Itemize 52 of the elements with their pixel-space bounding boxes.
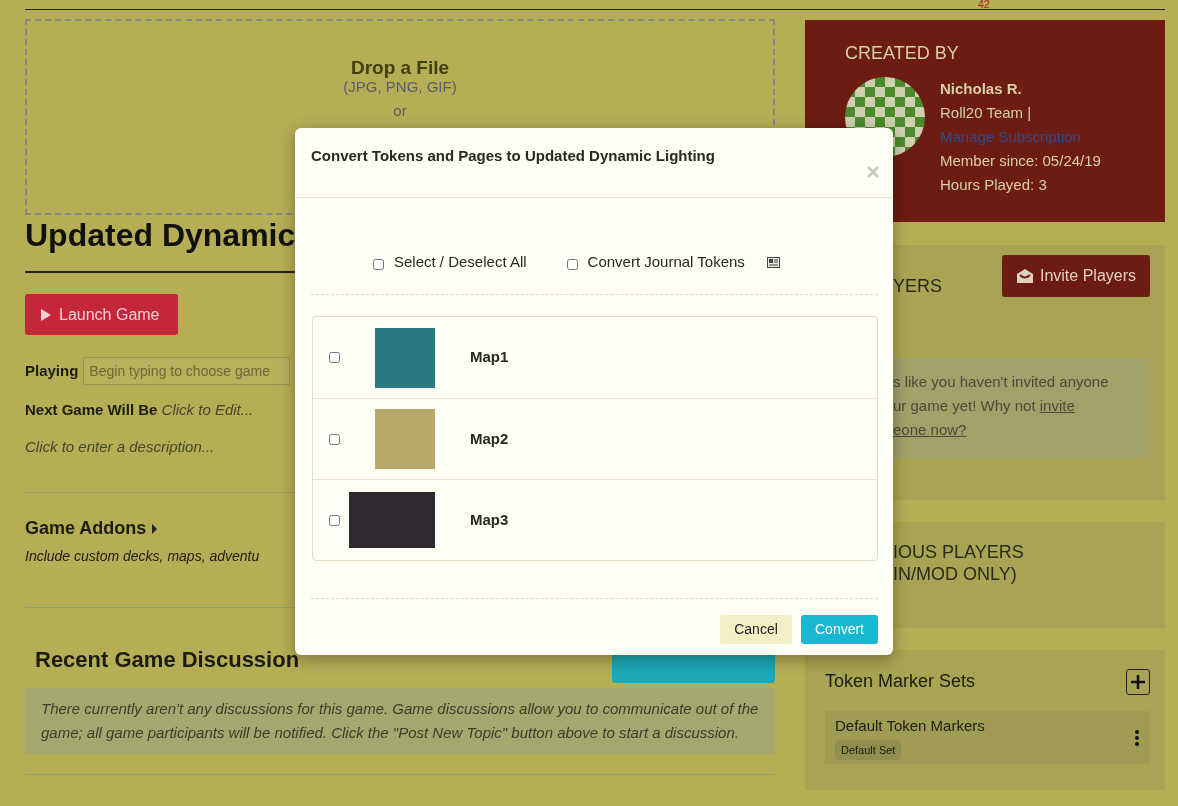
add-button[interactable] [1126,668,1150,695]
envelope-icon [1015,268,1034,284]
or-text: or [392,103,408,119]
cancel-button[interactable]: Cancel [720,615,792,644]
map-row[interactable]: Map3 [313,479,877,560]
checkbox[interactable] [373,258,384,270]
invite-players-button[interactable]: Invite Players [1002,255,1150,297]
playing-label: Playing [25,360,79,381]
checkbox[interactable] [329,433,340,445]
option-label[interactable]: Select / Deselect All [394,250,527,274]
discussion-title: Recent Game Discussion [35,645,300,674]
hours-played: Hours Played: 3 [940,175,1048,195]
creator-team: Roll20 Team | Manage Subscription [940,103,1082,147]
default-set-badge: Default Set [835,739,902,760]
next-game-label: Next Game Will Be [25,401,159,418]
addons-description: Include custom decks, maps, adventu [25,547,261,566]
plus-icon [1130,673,1146,690]
set-name: Default Token Markers [835,716,985,736]
checkbox[interactable] [566,258,578,270]
addons-title[interactable]: Game Addons [25,515,147,542]
option-label[interactable]: Convert Journal Tokens [587,250,745,274]
launch-game-button[interactable]: Launch Game [25,294,178,335]
previous-players-heading: IOUS PLAYERS [893,541,1025,563]
file-formats: (JPG, PNG, GIF) [342,79,458,95]
checkbox[interactable] [329,352,340,363]
token-marker-set[interactable]: Default Token Markers Default Set [825,711,1150,764]
close-icon [867,166,879,178]
game-search-field[interactable]: Begin typing to choose game [83,357,291,385]
creator-name: Nicholas R. [940,79,1023,99]
previous-players-heading: IN/MOD ONLY) [893,563,1018,585]
map-name: Map3 [470,509,509,530]
caret-icon [152,523,158,534]
next-game-value[interactable]: Click to Edit... [161,401,254,418]
drop-title: Drop a File [349,57,451,79]
map-row[interactable]: Map2 [313,398,877,479]
invite-link[interactable]: eone now? [893,421,967,438]
players-heading: YERS [892,275,943,298]
checkbox[interactable] [329,514,340,526]
invite-link[interactable]: invite [1039,397,1075,414]
token-markers-title: Token Marker Sets [825,670,976,693]
member-since: Member since: 05/24/19 [940,151,1102,171]
map-thumbnail [375,327,435,388]
dialog-title: Convert Tokens and Pages to Updated Dynamic Lighting [311,146,716,166]
play-icon [41,308,51,321]
creator-heading: CREATED BY [845,42,960,65]
kebab-menu-icon [1134,729,1140,746]
discussion-notice: There currently aren't any discussions for this game. Game discussions allow you to communicate out of the game; all game participants will be notified. Click the "Post New Topic" button above to start a discussion. [25,688,775,754]
card-icon [766,256,780,268]
map-name: Map1 [470,347,509,368]
page-number: 42 [977,0,990,9]
map-thumbnail [375,409,435,469]
map-name: Map2 [470,428,509,449]
